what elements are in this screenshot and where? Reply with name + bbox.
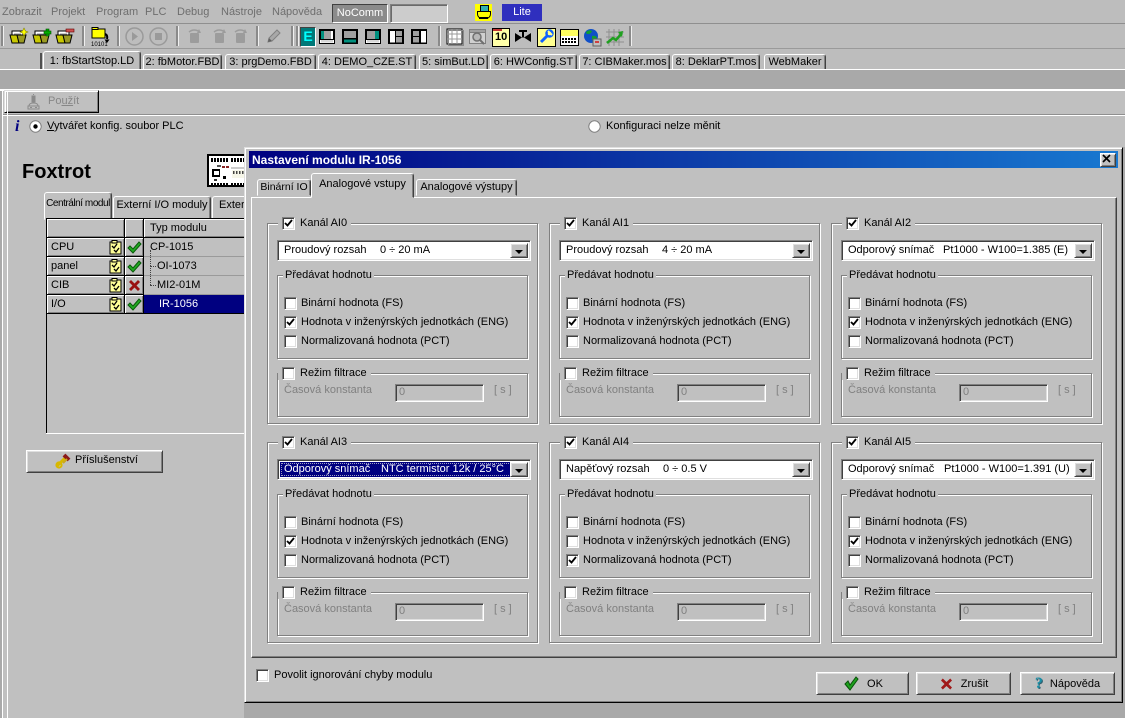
svg-text:10101: 10101: [91, 42, 108, 47]
